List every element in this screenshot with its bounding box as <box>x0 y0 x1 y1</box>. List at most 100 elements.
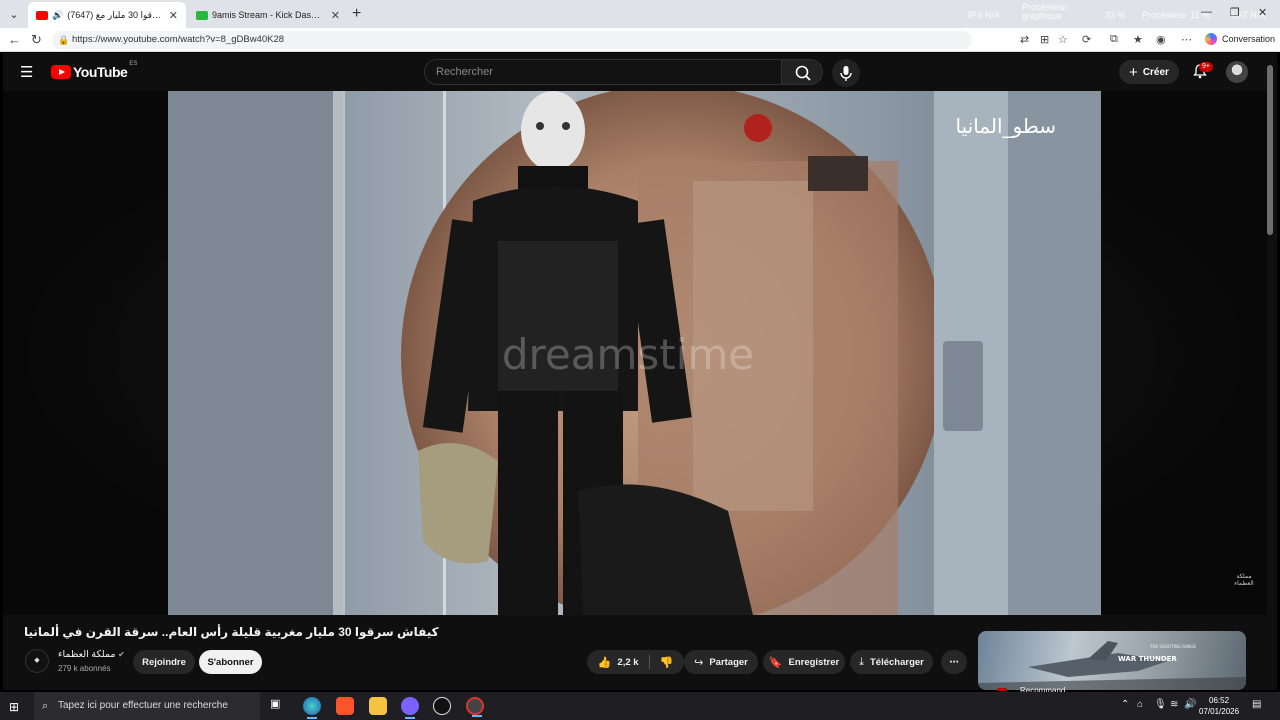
video-player[interactable]: سطو_المانيا dreamstime <box>3 91 1267 615</box>
join-button[interactable]: Rejoindre <box>133 650 195 674</box>
youtube-play-icon <box>51 65 71 79</box>
perf-gpu-label: Processeur graphique <box>1022 2 1068 21</box>
edge-icon[interactable] <box>303 697 321 719</box>
channel-watermark[interactable]: مملكة العظماء <box>1234 573 1254 593</box>
video-overlay-text: سطو_المانيا <box>956 114 1057 138</box>
more-options-icon[interactable]: ⋯ <box>1181 33 1192 46</box>
share-button[interactable]: ↪ Partager <box>684 650 758 674</box>
notification-center-icon[interactable]: ▤ <box>1252 699 1261 710</box>
plus-icon: + <box>1129 63 1138 81</box>
scrollbar-thumb[interactable] <box>1267 65 1273 235</box>
ad-progress-indicator <box>997 688 1007 691</box>
app-icon[interactable] <box>433 697 451 715</box>
extensions-icon[interactable]: ⟳ <box>1082 33 1091 46</box>
new-tab-icon[interactable]: + <box>352 5 361 23</box>
favorite-star-icon[interactable]: ☆ <box>1058 33 1068 46</box>
speaker-icon[interactable]: 🔊 <box>52 10 63 21</box>
lock-icon: 🔒 <box>58 35 70 45</box>
share-icon: ↪ <box>694 656 704 669</box>
like-dislike-group: 👍 2,2 k 👎 <box>587 650 684 674</box>
masthead: ☰ YouTube ES Rechercher + Créer 9+ <box>3 53 1277 91</box>
microphone-tray-icon[interactable]: 🎙 <box>1154 699 1167 710</box>
like-divider <box>648 655 650 669</box>
svg-text:THE SHOOTING RANGE: THE SHOOTING RANGE <box>1149 644 1197 649</box>
page-scrollbar[interactable] <box>1267 65 1273 690</box>
translate-icon[interactable]: ⇄ <box>1020 33 1029 46</box>
url-text: https://www.youtube.com/watch?v=8_gDBw40… <box>72 34 285 45</box>
notification-count-badge: 9+ <box>1199 62 1213 72</box>
tab-actions-menu-icon[interactable]: ⌄ <box>4 4 24 24</box>
youtube-icon <box>36 10 48 20</box>
youtube-page: ☰ YouTube ES Rechercher + Créer 9+ سطو_ا… <box>3 53 1277 695</box>
obs-icon[interactable] <box>466 697 484 717</box>
menu-icon[interactable]: ☰ <box>20 63 33 81</box>
bookmark-icon: 🔖 <box>768 656 783 669</box>
refresh-icon[interactable]: ↻ <box>31 32 42 48</box>
video-thumbnail-image: سطو_المانيا dreamstime <box>168 91 1101 615</box>
voice-search-button[interactable] <box>832 59 860 87</box>
download-button[interactable]: ⤓ Télécharger <box>850 650 933 674</box>
split-screen-icon[interactable]: ⧉ <box>1110 33 1118 46</box>
tab-youtube[interactable]: 🔊 (7647) كيفاش سرقوا 30 مليار مغ ✕ <box>28 2 186 28</box>
svg-text:WAR THUNDER: WAR THUNDER <box>1118 655 1177 663</box>
address-bar-row: ← ↻ 🔒 https://www.youtube.com/watch?v=8_… <box>0 28 1280 52</box>
tab-kick-dashboard[interactable]: 9amis Stream - Kick Dashboard ✕ <box>188 2 348 28</box>
search-icon <box>795 65 811 81</box>
dreamstime-watermark: dreamstime <box>502 330 754 379</box>
recommended-ad-thumbnail[interactable]: THE SHOOTING RANGE WAR THUNDER <box>978 631 1246 690</box>
windows-start-icon[interactable]: ⊞ <box>9 700 19 714</box>
microphone-icon <box>840 66 852 81</box>
favorites-icon[interactable]: ★ <box>1133 33 1143 46</box>
like-button[interactable]: 👍 2,2 k <box>598 656 639 669</box>
task-view-icon[interactable]: ▣ <box>270 697 288 715</box>
volume-icon[interactable]: 🔊 <box>1184 699 1196 710</box>
copilot-icon <box>1205 33 1217 45</box>
perf-ips: IPS N/A <box>968 10 1001 20</box>
clock[interactable]: 06:52 07/01/2026 <box>1199 695 1239 717</box>
wifi-icon[interactable]: ≋ <box>1170 699 1178 710</box>
create-button[interactable]: + Créer <box>1119 60 1179 84</box>
close-tab-icon[interactable]: ✕ <box>169 9 178 22</box>
verified-icon: ✔ <box>118 650 125 659</box>
profile-icon[interactable]: ◉ <box>1156 33 1166 46</box>
search-button[interactable] <box>781 59 823 85</box>
kick-icon <box>196 10 208 20</box>
more-horizontal-icon: ⋯ <box>949 656 959 668</box>
dislike-button[interactable]: 👎 <box>660 656 674 669</box>
tab-strip: ⌄ 🔊 (7647) كيفاش سرقوا 30 مليار مغ ✕ 9am… <box>0 0 1280 28</box>
video-frame[interactable]: سطو_المانيا dreamstime <box>168 91 1101 615</box>
thumbs-up-icon: 👍 <box>597 656 612 669</box>
war-thunder-ad-image: THE SHOOTING RANGE WAR THUNDER <box>978 641 1246 690</box>
save-button[interactable]: 🔖 Enregistrer <box>763 650 845 674</box>
account-avatar[interactable] <box>1226 61 1248 83</box>
taskbar: ⊞ ⌕ Tapez ici pour effectuer une recherc… <box>0 692 1280 720</box>
tab-title: 9amis Stream - Kick Dashboard <box>212 10 325 20</box>
close-tab-icon[interactable]: ✕ <box>331 9 340 22</box>
thumbs-down-icon: 👎 <box>659 656 674 669</box>
brave-icon[interactable] <box>336 697 354 715</box>
copilot-conversation-button[interactable]: Conversation <box>1205 33 1275 45</box>
search-icon: ⌕ <box>42 700 49 712</box>
youtube-logo[interactable]: YouTube ES <box>51 61 137 80</box>
subscribe-button[interactable]: S'abonner <box>199 650 262 674</box>
taskbar-search-input[interactable]: ⌕ Tapez ici pour effectuer une recherche <box>34 692 260 720</box>
back-icon[interactable]: ← <box>8 32 21 47</box>
perf-gpu-value: 33 % <box>1105 10 1126 20</box>
restore-icon[interactable]: ❐ <box>1230 6 1240 19</box>
apps-icon[interactable]: ⊞ <box>1040 33 1049 46</box>
close-window-icon[interactable]: ✕ <box>1258 6 1267 19</box>
perf-cpu: Processeur 11 % <box>1142 10 1210 20</box>
channel-name[interactable]: مملكة العظماء ✔ <box>58 649 125 660</box>
channel-avatar[interactable]: ◆ <box>25 649 49 673</box>
tray-network-icon[interactable]: ⌂ <box>1137 699 1143 710</box>
subscriber-count: 279 k abonnés <box>58 664 111 673</box>
download-icon: ⤓ <box>859 655 864 668</box>
video-title: كيفاش سرقوا 30 مليار مغربية قليلة رأس ال… <box>24 625 439 639</box>
discord-icon[interactable] <box>401 697 419 719</box>
more-actions-button[interactable]: ⋯ <box>941 650 967 674</box>
search-input[interactable]: Rechercher <box>424 59 782 85</box>
url-field[interactable]: 🔒 https://www.youtube.com/watch?v=8_gDBw… <box>52 31 972 49</box>
tray-expand-icon[interactable]: ⌃ <box>1121 699 1129 710</box>
file-explorer-icon[interactable] <box>369 697 387 715</box>
minimize-icon[interactable]: — <box>1201 6 1212 18</box>
